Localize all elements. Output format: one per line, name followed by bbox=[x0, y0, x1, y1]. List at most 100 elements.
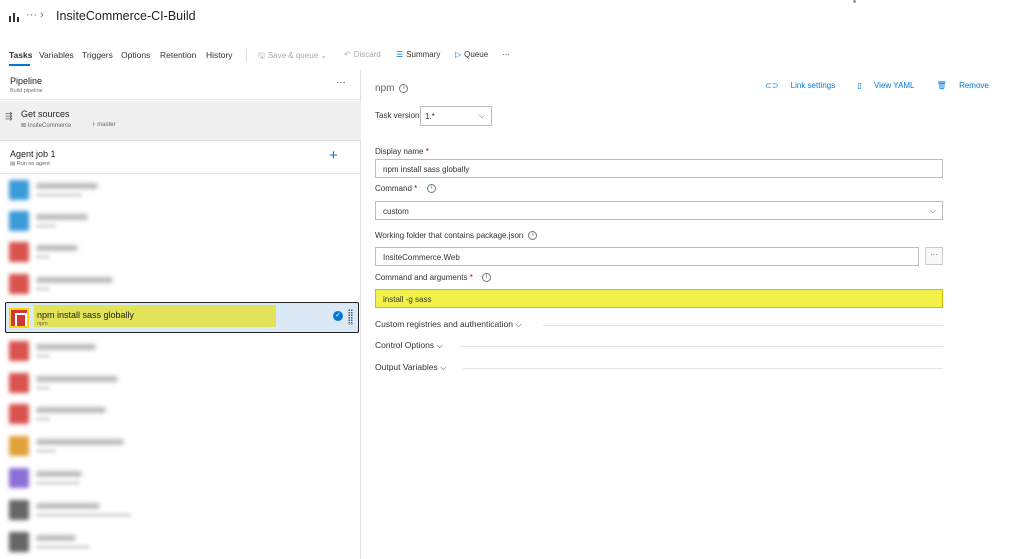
pipeline-item[interactable]: Pipeline Build pipeline ··· bbox=[0, 70, 361, 100]
toolbar: Tasks Variables Triggers Options Retenti… bbox=[0, 46, 600, 66]
task-icon bbox=[9, 468, 29, 488]
task-item-selected[interactable]: npm install sass globally npm ✓ bbox=[5, 302, 359, 333]
task-item-blurred[interactable] bbox=[5, 175, 359, 205]
blurred-text bbox=[36, 481, 80, 485]
command-args-field[interactable]: install -g sass bbox=[375, 289, 943, 308]
blurred-text bbox=[36, 344, 96, 350]
chevron-down-icon: ⌵ bbox=[436, 340, 443, 350]
tab-triggers[interactable]: Triggers bbox=[82, 50, 113, 60]
branch-name: master bbox=[97, 122, 116, 128]
command-value: custom bbox=[383, 207, 409, 216]
task-version-dropdown[interactable]: 1.* ⌵ bbox=[420, 106, 492, 126]
selected-task-subtitle: npm bbox=[37, 321, 48, 327]
section-output-variables[interactable]: Output Variables ⌵ bbox=[375, 362, 943, 374]
section-custom-registries[interactable]: Custom registries and authentication ⌵ bbox=[375, 319, 943, 331]
link-settings-button[interactable]: ⊂⊃ Link settings bbox=[765, 81, 845, 90]
selected-task-title: npm install sass globally bbox=[37, 310, 135, 320]
branch-label: ᚼ master bbox=[92, 122, 116, 128]
get-sources-icon: ⇶ bbox=[5, 111, 13, 121]
task-item-blurred[interactable] bbox=[5, 336, 359, 366]
active-tab-indicator bbox=[9, 64, 30, 66]
blurred-text bbox=[36, 214, 88, 220]
remove-button[interactable]: 🗑 Remove bbox=[937, 81, 999, 90]
blurred-text bbox=[36, 535, 76, 541]
toolbar-more-button[interactable]: ··· bbox=[502, 50, 510, 59]
breadcrumb-overflow[interactable]: ··· bbox=[26, 9, 37, 21]
blurred-text bbox=[36, 386, 50, 390]
link-icon: ⊂⊃ bbox=[765, 81, 781, 90]
task-icon bbox=[9, 180, 29, 200]
info-icon[interactable]: i bbox=[399, 83, 409, 93]
working-folder-label: Working folder that contains package.jso… bbox=[375, 231, 538, 241]
display-name-label-text: Display name bbox=[375, 147, 424, 156]
command-args-label-text: Command and arguments bbox=[375, 273, 468, 282]
task-item-blurred[interactable] bbox=[5, 269, 359, 299]
discard-button[interactable]: ↶ Discard bbox=[344, 50, 381, 59]
tab-history[interactable]: History bbox=[206, 50, 232, 60]
save-icon: 🖫 bbox=[258, 51, 265, 60]
task-item-blurred[interactable] bbox=[5, 206, 359, 236]
section-divider bbox=[543, 325, 943, 326]
build-pipelines-icon[interactable] bbox=[9, 12, 19, 22]
info-icon[interactable]: i bbox=[481, 273, 491, 283]
blurred-text bbox=[36, 471, 82, 477]
info-icon[interactable]: i bbox=[427, 184, 437, 194]
repo-icon: ⊠ bbox=[21, 123, 28, 129]
required-marker: * bbox=[425, 147, 429, 156]
chevron-down-icon: ⌵ bbox=[478, 111, 485, 120]
command-label: Command * i bbox=[375, 184, 437, 194]
tab-variables[interactable]: Variables bbox=[39, 50, 74, 60]
chevron-down-icon: ⌵ bbox=[929, 206, 936, 215]
tab-tasks[interactable]: Tasks bbox=[9, 50, 32, 60]
agent-job-title: Agent job 1 bbox=[10, 149, 56, 159]
remove-label: Remove bbox=[959, 81, 989, 90]
view-yaml-label: View YAML bbox=[873, 81, 915, 90]
view-yaml-button[interactable]: ▯ View YAML bbox=[857, 81, 924, 90]
blurred-text bbox=[36, 354, 50, 358]
tab-options[interactable]: Options bbox=[121, 50, 150, 60]
play-icon: ▷ bbox=[455, 50, 462, 59]
task-icon bbox=[9, 500, 29, 520]
working-folder-field[interactable]: InsiteCommerce.Web bbox=[375, 247, 919, 266]
toolbar-divider bbox=[246, 49, 247, 62]
discard-label: Discard bbox=[353, 50, 381, 59]
enabled-check-icon[interactable]: ✓ bbox=[333, 311, 343, 321]
pipeline-more-button[interactable]: ··· bbox=[336, 77, 346, 88]
chevron-down-icon: ⌵ bbox=[515, 319, 522, 329]
task-item-blurred[interactable] bbox=[5, 431, 359, 461]
queue-button[interactable]: ▷ Queue bbox=[455, 50, 488, 59]
blurred-text bbox=[36, 417, 50, 421]
command-dropdown[interactable]: custom ⌵ bbox=[375, 201, 943, 220]
required-marker: * bbox=[469, 273, 473, 282]
browse-folder-button[interactable]: ··· bbox=[925, 247, 943, 265]
queue-label: Queue bbox=[464, 50, 489, 59]
section-control-options[interactable]: Control Options ⌵ bbox=[375, 340, 943, 352]
undo-icon: ↶ bbox=[344, 50, 351, 59]
get-sources-item[interactable]: ⇶ Get sources ⊠ InsiteCommerce ᚼ master bbox=[0, 101, 361, 141]
section-title: Control Options bbox=[375, 340, 435, 350]
add-task-button[interactable]: + bbox=[329, 147, 338, 164]
task-item-blurred[interactable] bbox=[5, 495, 359, 525]
drag-handle-icon[interactable] bbox=[348, 309, 353, 325]
summary-button[interactable]: ☰ Summary bbox=[396, 50, 440, 59]
blurred-text bbox=[36, 193, 82, 197]
task-item-blurred[interactable] bbox=[5, 368, 359, 398]
tab-retention[interactable]: Retention bbox=[160, 50, 196, 60]
display-name-value: npm install sass globally bbox=[383, 165, 470, 174]
blurred-text bbox=[36, 277, 113, 283]
get-sources-title: Get sources bbox=[21, 109, 70, 119]
blurred-text bbox=[36, 513, 131, 517]
task-item-blurred[interactable] bbox=[5, 399, 359, 429]
agent-job-item[interactable]: Agent job 1 ▤ Run on agent + bbox=[0, 142, 361, 174]
blurred-text bbox=[36, 503, 100, 509]
repo-name: InsiteCommerce bbox=[27, 123, 72, 129]
info-icon[interactable]: i bbox=[528, 231, 538, 241]
header: ··· › InsiteCommerce-CI-Build bbox=[0, 0, 1024, 36]
section-title: Custom registries and authentication bbox=[375, 319, 513, 329]
save-queue-button[interactable]: 🖫 Save & queue ⌄ bbox=[258, 50, 327, 64]
section-title: Output Variables bbox=[375, 362, 438, 372]
task-item-blurred[interactable] bbox=[5, 237, 359, 267]
task-item-blurred[interactable] bbox=[5, 463, 359, 493]
display-name-field[interactable]: npm install sass globally bbox=[375, 159, 943, 178]
task-item-blurred[interactable] bbox=[5, 527, 359, 557]
